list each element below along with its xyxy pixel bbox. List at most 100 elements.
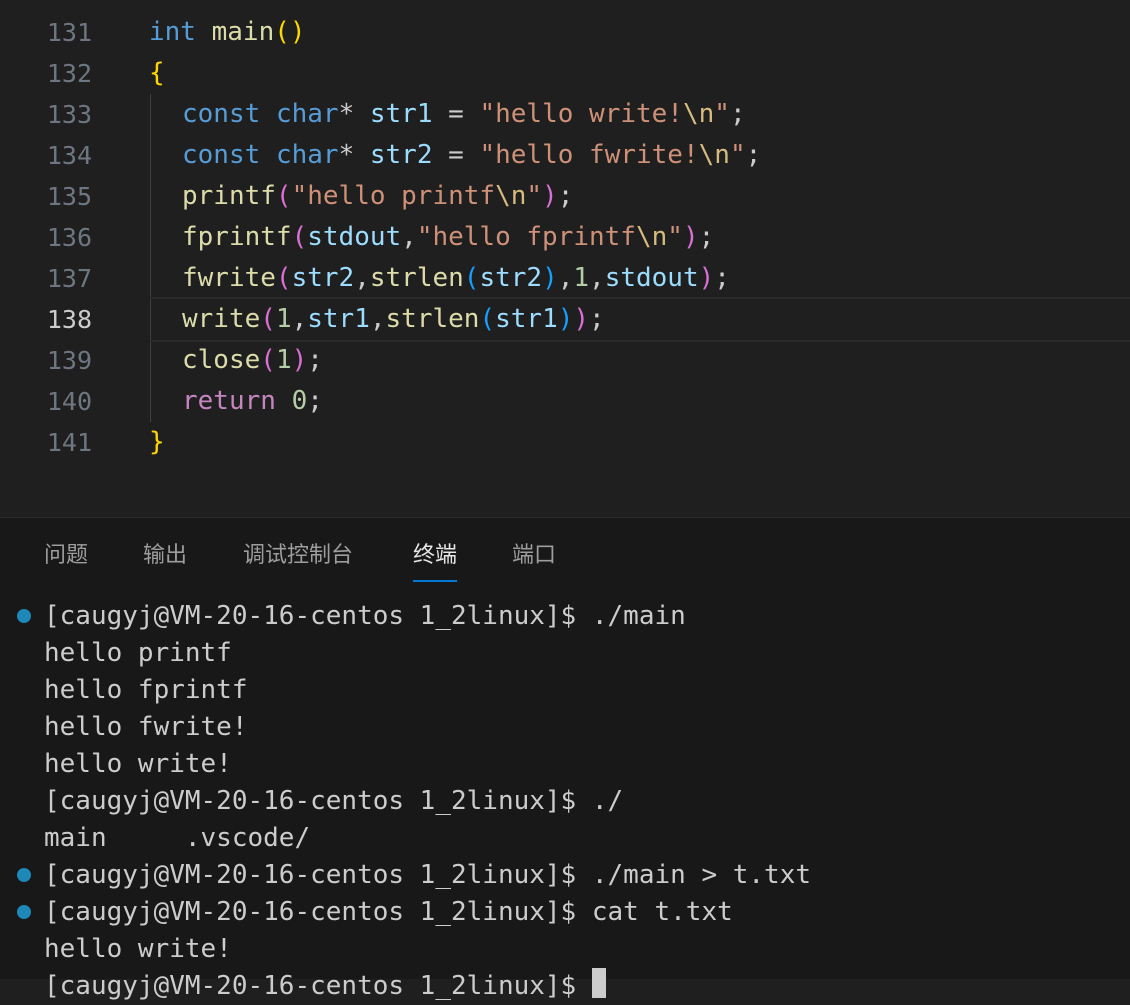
code-line[interactable]: 136 fprintf(stdout,"hello fprintf\n");	[0, 217, 1130, 258]
code-token: char	[275, 140, 339, 170]
code-token: ()	[274, 17, 306, 47]
line-number: 136	[46, 223, 92, 252]
code-token: 0	[291, 386, 308, 416]
code-token: ;	[589, 304, 605, 334]
terminal-line: [caugyj@VM-20-16-centos 1_2linux]$ cat t…	[44, 894, 733, 931]
code-token: "hello write!	[479, 99, 683, 129]
code-editor[interactable]: 131 int main() 132{133 const char* str1 = "…	[0, 0, 1130, 517]
code-token: str2	[479, 263, 543, 293]
code-line[interactable]: 134 const char* str2 = "hello fwrite!\n";	[0, 135, 1130, 176]
terminal-line: hello fprintf	[44, 672, 248, 709]
terminal-line: main .vscode/	[44, 820, 310, 857]
code-token: str2	[369, 140, 433, 170]
code-line[interactable]: 140 return 0;	[0, 381, 1130, 422]
tab-ports[interactable]: 端口	[512, 540, 556, 572]
code-line[interactable]: 135 printf("hello printf\n");	[0, 176, 1130, 217]
terminal-line: hello write!	[44, 746, 232, 783]
code-token: ;	[307, 345, 323, 375]
terminal-line-text: hello write!	[44, 749, 232, 779]
code-token: )	[698, 263, 715, 293]
code-line[interactable]: 132 {	[0, 53, 1130, 94]
code-token: "hello fprintf	[416, 222, 636, 252]
code-token: 1	[573, 263, 590, 293]
code-text: write(1,str1,strlen(str1));	[182, 299, 605, 340]
code-token: ;	[714, 263, 730, 293]
code-token: {	[149, 58, 165, 88]
code-token: (	[275, 181, 292, 211]
code-token: ,	[401, 222, 417, 252]
command-status-dot-icon[interactable]	[17, 609, 31, 623]
terminal-line-text: [caugyj@VM-20-16-centos 1_2linux]$ ./mai…	[44, 860, 812, 890]
code-token: return	[182, 386, 276, 416]
code-token: 1	[275, 345, 292, 375]
code-line[interactable]: 133 const char* str1 = "hello write!\n";	[0, 94, 1130, 135]
code-token: )	[682, 222, 699, 252]
line-number: 141	[46, 428, 92, 457]
terminal-line-text: hello fwrite!	[44, 712, 248, 742]
code-text: {	[149, 53, 165, 94]
code-token: ;	[745, 140, 762, 170]
code-token: write	[182, 304, 261, 334]
code-token: \n	[635, 222, 668, 252]
code-token: =	[432, 99, 480, 129]
code-token: \n	[495, 181, 527, 211]
code-text: fwrite(str2,strlen(str2),1,stdout);	[182, 258, 730, 299]
bottom-panel: 问题 输出 调试控制台 终端 端口 [caugyj@VM-20-16-cento…	[0, 517, 1130, 1001]
code-line[interactable]: 138 write(1,str1,strlen(str1));	[0, 297, 1130, 342]
code-token: "	[667, 222, 683, 252]
code-token: str2	[291, 263, 355, 293]
tab-debug-console[interactable]: 调试控制台	[243, 540, 353, 572]
tab-terminal[interactable]: 终端	[413, 540, 458, 582]
code-token: const	[182, 140, 261, 170]
line-number: 133	[46, 100, 92, 129]
command-status-dot-icon[interactable]	[17, 905, 31, 919]
terminal-line: [caugyj@VM-20-16-centos 1_2linux]$ ./	[44, 783, 623, 820]
code-text: const char* str2 = "hello fwrite!\n";	[182, 135, 761, 176]
code-text: return 0;	[182, 381, 323, 422]
code-token: )	[542, 181, 558, 211]
code-token: 1	[275, 304, 292, 334]
code-token: )	[557, 304, 574, 334]
terminal-line-text: hello fprintf	[44, 675, 248, 705]
code-token: *	[338, 99, 370, 129]
line-number: 137	[46, 264, 92, 293]
line-number: 131	[46, 18, 92, 47]
code-line[interactable]: 131 int main()	[0, 12, 1130, 53]
code-token: str1	[307, 304, 370, 334]
tab-output[interactable]: 输出	[143, 540, 187, 572]
terminal-cursor	[591, 968, 606, 998]
line-number: 134	[46, 141, 92, 170]
code-token: =	[432, 140, 480, 170]
code-token: \n	[682, 99, 715, 129]
line-number: 132	[46, 59, 92, 88]
code-token: ;	[307, 386, 323, 416]
code-line[interactable]: 137 fwrite(str2,strlen(str2),1,stdout);	[0, 258, 1130, 299]
code-token: str1	[369, 99, 433, 129]
line-number: 139	[46, 346, 92, 375]
tab-problems[interactable]: 问题	[44, 540, 88, 572]
code-token: printf	[182, 181, 276, 211]
code-token: \n	[698, 140, 730, 170]
code-token: str1	[495, 304, 558, 334]
code-token: ,	[354, 263, 370, 293]
code-token: "hello fwrite!	[479, 140, 699, 170]
terminal-line-text: hello printf	[44, 638, 232, 668]
code-token: strlen	[385, 304, 480, 334]
code-token: int	[149, 17, 196, 47]
code-text: printf("hello printf\n");	[182, 176, 573, 217]
code-token: ;	[729, 99, 746, 129]
code-token: (	[275, 263, 292, 293]
terminal-line-text: [caugyj@VM-20-16-centos 1_2linux]$ cat t…	[44, 897, 733, 927]
code-token: ,	[291, 304, 308, 334]
code-line[interactable]: 141}	[0, 422, 1130, 463]
panel-tabs: 问题 输出 调试控制台 终端 端口	[0, 518, 1130, 582]
code-token: ,	[557, 263, 574, 293]
code-token: fwrite	[182, 263, 276, 293]
command-status-dot-icon[interactable]	[17, 868, 31, 882]
terminal-line: hello fwrite!	[44, 709, 248, 746]
code-line[interactable]: 139 close(1);	[0, 340, 1130, 381]
code-token: main	[211, 17, 275, 47]
code-token: stdout	[604, 263, 699, 293]
